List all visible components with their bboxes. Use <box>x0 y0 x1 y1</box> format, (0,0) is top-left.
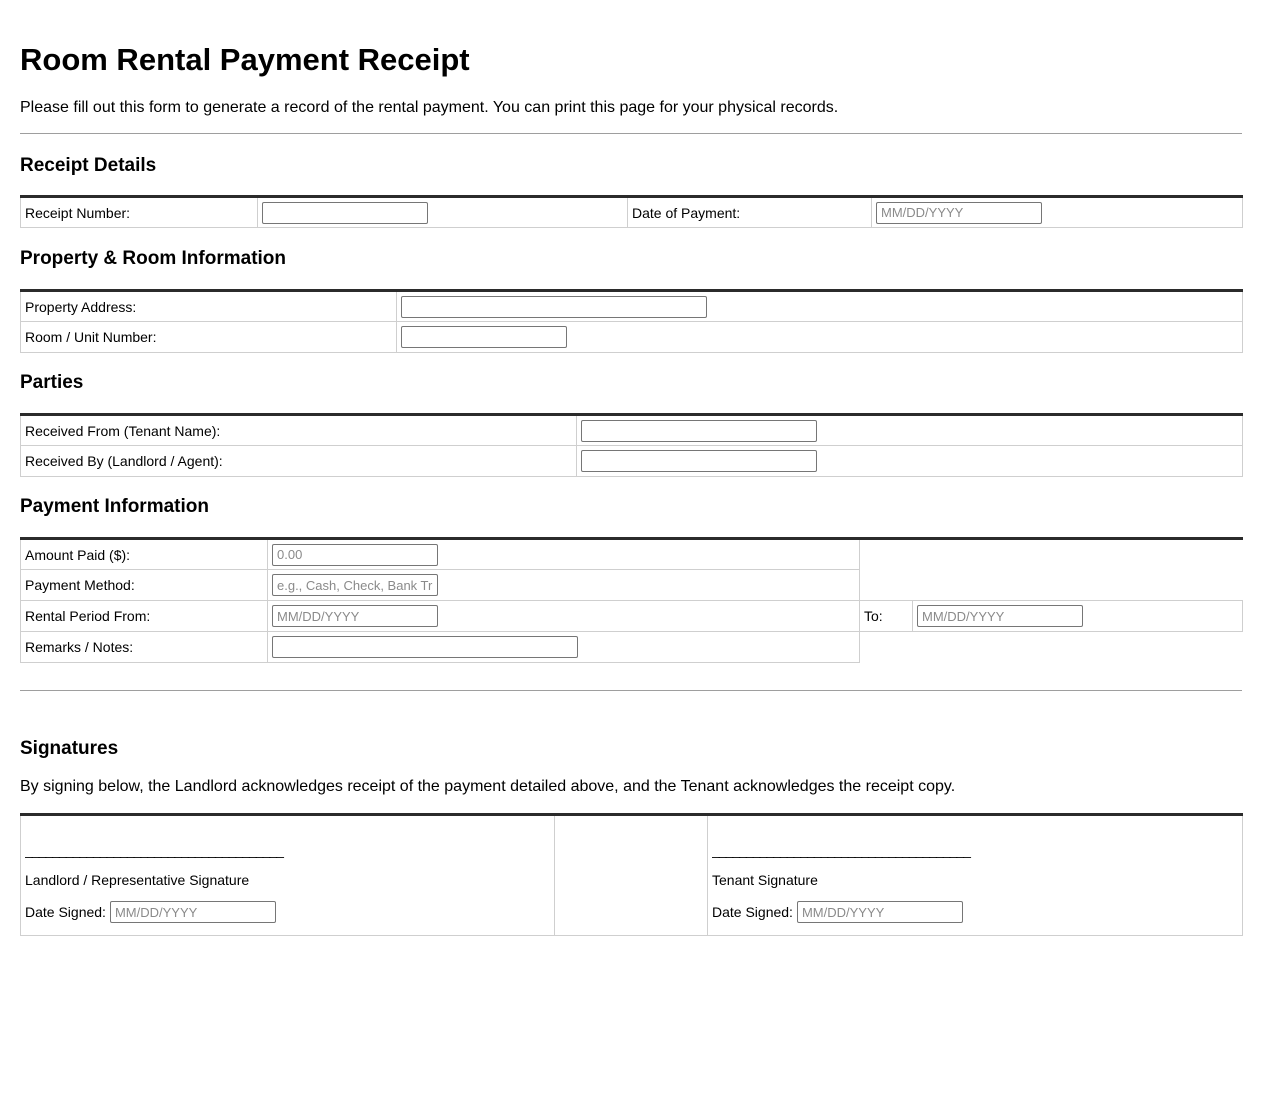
section-heading-signatures: Signatures <box>20 738 119 759</box>
section-heading-property: Property & Room Information <box>20 248 287 269</box>
section-heading-receipt-details: Receipt Details <box>20 155 157 176</box>
receipt-page: Room Rental Payment Receipt Please fill … <box>0 0 1262 936</box>
divider-bottom <box>20 690 1242 691</box>
table-row: Payment Method: <box>20 569 1243 601</box>
table-row: Property Address: <box>20 290 1243 322</box>
tenant-signature-block: ______________________________________ T… <box>707 814 1243 936</box>
tenant-signature-label: Tenant Signature <box>712 872 818 888</box>
table-row: Amount Paid ($): <box>20 538 1243 570</box>
landlord-date-signed-input[interactable] <box>109 901 276 923</box>
parties-table: Received From (Tenant Name): Received By… <box>20 413 1243 477</box>
property-address-input[interactable] <box>401 295 707 318</box>
signatures-table: ______________________________________ L… <box>20 813 1243 936</box>
divider-top <box>20 133 1242 134</box>
remarks-label: Remarks / Notes: <box>20 631 268 663</box>
received-from-label: Received From (Tenant Name): <box>20 414 577 446</box>
table-row: Received By (Landlord / Agent): <box>20 445 1243 477</box>
payment-table: Amount Paid ($): Payment Method: Rental … <box>20 537 1243 663</box>
property-table: Property Address: Room / Unit Number: <box>20 289 1243 353</box>
received-by-label: Received By (Landlord / Agent): <box>20 445 577 477</box>
remarks-input[interactable] <box>272 636 578 658</box>
table-row: Remarks / Notes: <box>20 631 1243 663</box>
page-intro: Please fill out this form to generate a … <box>20 99 839 116</box>
payment-method-input[interactable] <box>272 574 438 596</box>
room-unit-input[interactable] <box>401 326 567 348</box>
landlord-signature-block: ______________________________________ L… <box>20 814 555 936</box>
signature-statement: By signing below, the Landlord acknowled… <box>20 778 956 795</box>
received-by-input[interactable] <box>581 450 817 472</box>
page-title: Room Rental Payment Receipt <box>20 42 470 77</box>
property-address-label: Property Address: <box>20 290 397 322</box>
landlord-signature-label: Landlord / Representative Signature <box>25 872 250 888</box>
table-row: Received From (Tenant Name): <box>20 414 1243 446</box>
amount-paid-label: Amount Paid ($): <box>20 538 268 570</box>
rental-period-to-label: To: <box>859 600 913 632</box>
date-of-payment-input[interactable] <box>876 201 1042 224</box>
receipt-details-table: Receipt Number: Date of Payment: <box>20 195 1243 228</box>
landlord-date-signed-label: Date Signed: <box>25 904 106 920</box>
rental-period-to-input[interactable] <box>917 605 1083 627</box>
landlord-signature-line: ______________________________________ <box>25 842 284 858</box>
table-row: Rental Period From: To: <box>20 600 1243 632</box>
rental-period-from-label: Rental Period From: <box>20 600 268 632</box>
section-heading-parties: Parties <box>20 372 84 393</box>
tenant-date-signed-label: Date Signed: <box>712 904 793 920</box>
tenant-signature-line: ______________________________________ <box>712 842 971 858</box>
received-from-input[interactable] <box>581 419 817 442</box>
receipt-number-label: Receipt Number: <box>20 196 258 228</box>
section-heading-payment: Payment Information <box>20 496 209 517</box>
rental-period-from-input[interactable] <box>272 605 438 627</box>
table-row: ______________________________________ L… <box>20 814 1243 936</box>
payment-method-label: Payment Method: <box>20 569 268 601</box>
tenant-date-signed-input[interactable] <box>796 901 963 923</box>
date-of-payment-label: Date of Payment: <box>627 196 872 228</box>
amount-paid-input[interactable] <box>272 543 438 566</box>
table-row: Receipt Number: Date of Payment: <box>20 196 1243 228</box>
signature-spacer <box>554 814 708 936</box>
room-unit-label: Room / Unit Number: <box>20 321 397 353</box>
receipt-number-input[interactable] <box>262 201 428 224</box>
table-row: Room / Unit Number: <box>20 321 1243 353</box>
